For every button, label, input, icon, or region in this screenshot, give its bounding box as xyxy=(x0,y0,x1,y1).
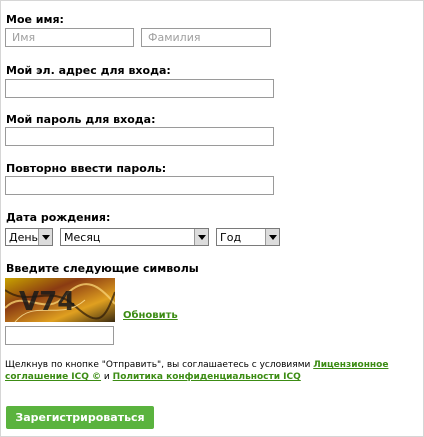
captcha-input[interactable] xyxy=(5,326,114,345)
repeat-password-label: Повторно ввести пароль: xyxy=(6,162,167,175)
password-label: Мой пароль для входа: xyxy=(6,113,156,126)
repeat-password-input[interactable] xyxy=(5,176,274,195)
email-input[interactable] xyxy=(5,79,274,98)
email-label: Мой эл. адрес для входа: xyxy=(6,64,171,77)
password-input[interactable] xyxy=(5,127,274,146)
year-select[interactable]: Год xyxy=(216,228,280,246)
captcha-image: V74 xyxy=(5,278,115,322)
refresh-captcha-link[interactable]: Обновить xyxy=(123,310,178,321)
terms-and: и xyxy=(103,372,110,382)
year-select-value: Год xyxy=(220,231,242,244)
chevron-down-icon xyxy=(265,229,279,245)
terms-text: Щелкнув по кнопке "Отправить", вы соглаш… xyxy=(5,360,311,370)
day-select-value: День xyxy=(9,231,39,244)
privacy-link[interactable]: Политика конфиденциальности ICQ xyxy=(113,372,301,382)
day-select[interactable]: День xyxy=(5,228,53,246)
month-select-value: Месяц xyxy=(64,231,101,244)
register-button[interactable]: Зарегистрироваться xyxy=(6,406,154,429)
terms-text-block: Щелкнув по кнопке "Отправить", вы соглаш… xyxy=(5,359,415,383)
month-select[interactable]: Месяц xyxy=(60,228,209,246)
first-name-input[interactable]: Имя xyxy=(5,28,134,47)
chevron-down-icon xyxy=(38,229,52,245)
captcha-label: Введите следующие символы xyxy=(6,262,199,275)
captcha-text: V74 xyxy=(19,287,75,317)
chevron-down-icon xyxy=(194,229,208,245)
name-label: Мое имя: xyxy=(6,13,64,26)
last-name-input[interactable]: Фамилия xyxy=(141,28,271,47)
birthdate-label: Дата рождения: xyxy=(6,211,111,224)
